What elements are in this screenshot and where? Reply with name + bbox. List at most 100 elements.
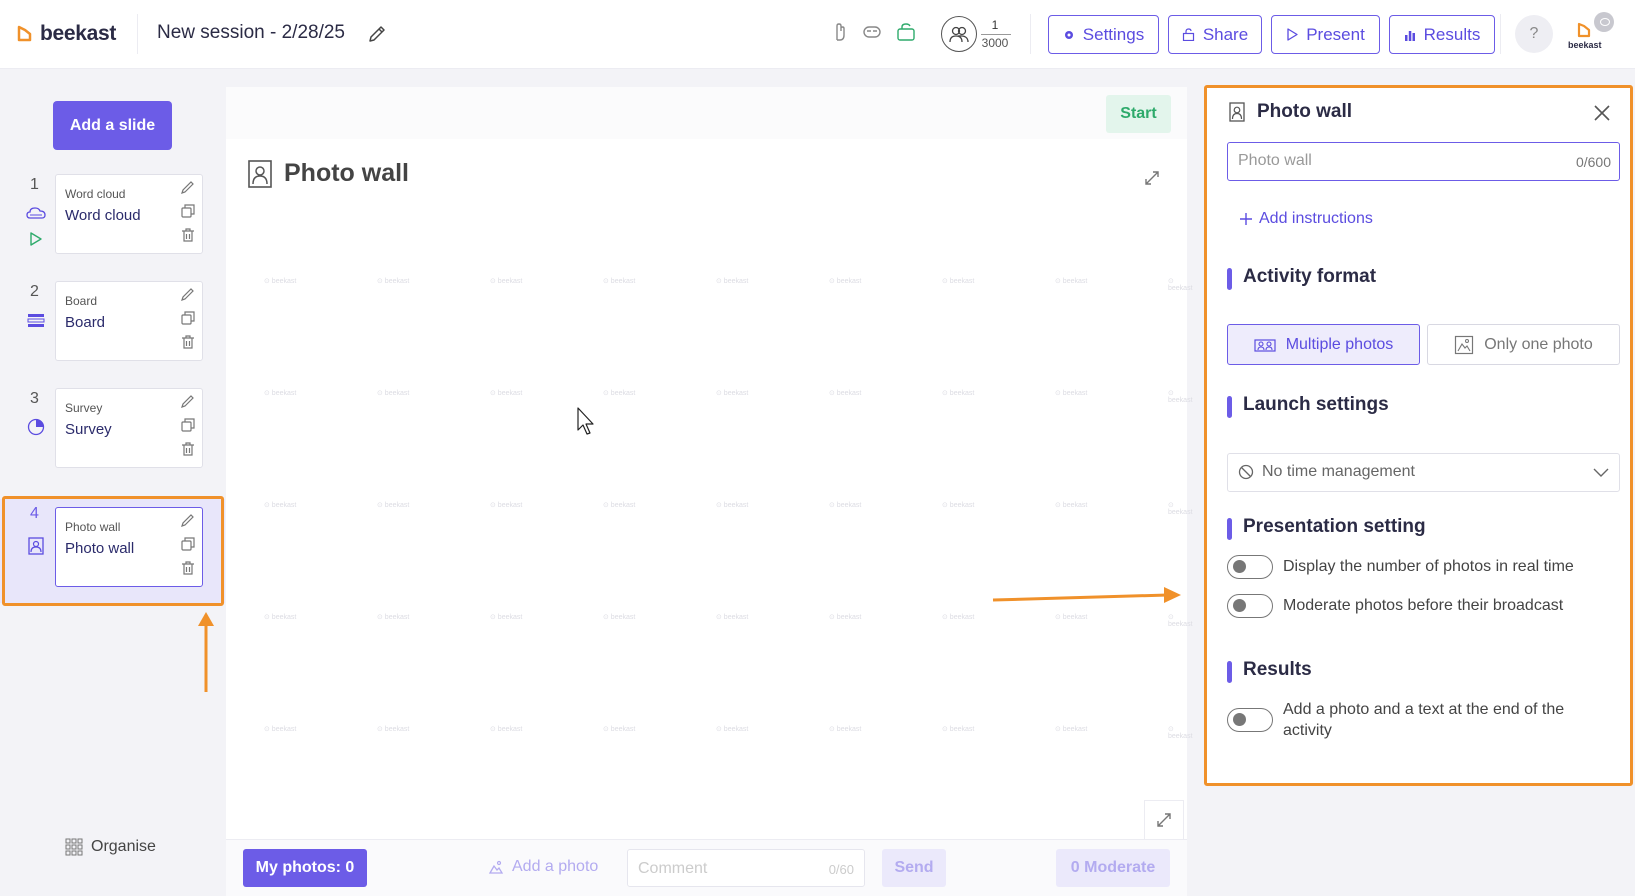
watermark-text: ⊙ beekast (377, 726, 410, 733)
canvas-title-text: Photo wall (284, 159, 409, 187)
only-one-photo-option[interactable]: Only one photo (1427, 324, 1620, 365)
watermark-text: ⊙ beekast (829, 502, 862, 509)
watermark-text: ⊙ beekast (942, 278, 975, 285)
watermark-text: ⊙ beekast (829, 278, 862, 285)
slide-name: Word cloud (65, 207, 141, 224)
edit-icon[interactable] (180, 393, 196, 409)
slide-kind: Word cloud (65, 187, 126, 201)
results-label: Results (1423, 24, 1481, 44)
realtime-count-setting: Display the number of photos in real tim… (1227, 555, 1574, 579)
duplicate-icon[interactable] (180, 310, 196, 326)
pie-icon (27, 418, 45, 436)
title-input-placeholder: Photo wall (1238, 152, 1312, 169)
end-photo-toggle[interactable] (1227, 708, 1273, 732)
duplicate-icon[interactable] (180, 417, 196, 433)
slide-card[interactable]: Survey Survey (55, 388, 203, 468)
multiple-photos-option[interactable]: Multiple photos (1227, 324, 1420, 365)
logo-icon (17, 25, 32, 42)
watermark-text: ⊙ beekast (1168, 614, 1193, 628)
participants-total: 3000 (981, 36, 1009, 50)
send-button[interactable]: Send (882, 849, 946, 887)
edit-icon[interactable] (180, 286, 196, 302)
add-instructions-button[interactable]: Add instructions (1239, 210, 1373, 228)
launch-settings-heading: Launch settings (1227, 394, 1389, 418)
share-button[interactable]: Share (1168, 15, 1262, 54)
edit-icon[interactable] (180, 179, 196, 195)
lock-icon[interactable] (896, 23, 916, 41)
close-icon[interactable] (1592, 103, 1612, 123)
image-icon (488, 860, 504, 874)
multiple-photos-icon (1254, 338, 1276, 352)
watermark-text: ⊙ beekast (829, 726, 862, 733)
fullscreen-button[interactable] (1144, 800, 1184, 840)
comment-input[interactable]: Comment 0/60 (627, 849, 865, 887)
watermark-text: ⊙ beekast (942, 726, 975, 733)
avatar[interactable]: beekast (1568, 12, 1614, 54)
mask-icon[interactable] (862, 24, 882, 40)
comment-char-count: 0/60 (828, 862, 854, 877)
participants-icon (941, 16, 977, 52)
my-photos-button[interactable]: My photos: 0 (243, 849, 367, 887)
header-divider (1030, 14, 1031, 54)
time-management-value: No time management (1262, 463, 1415, 480)
moderate-photos-toggle[interactable] (1227, 594, 1273, 618)
organise-button[interactable]: Organise (65, 838, 156, 856)
slide-card[interactable]: Board Board (55, 281, 203, 361)
watermark-text: ⊙ beekast (1055, 726, 1088, 733)
comment-placeholder: Comment (638, 860, 708, 877)
time-management-select[interactable]: No time management (1227, 453, 1620, 492)
edit-title-icon[interactable] (367, 24, 387, 44)
grid-icon (65, 838, 83, 856)
trash-icon[interactable] (180, 441, 196, 457)
realtime-count-toggle[interactable] (1227, 555, 1273, 579)
watermark-text: ⊙ beekast (716, 390, 749, 397)
beekast-logo[interactable]: beekast (16, 22, 116, 46)
slide-item-3[interactable]: 3 Survey Survey (0, 388, 225, 492)
no-time-icon (1238, 464, 1254, 480)
watermark-text: ⊙ beekast (490, 390, 523, 397)
activity-settings-panel: Photo wall Photo wall 0/600 Add instruct… (1204, 85, 1633, 786)
watermark-text: ⊙ beekast (603, 278, 636, 285)
avatar-label: beekast (1568, 40, 1602, 50)
photo-icon (248, 159, 272, 188)
settings-button[interactable]: Settings (1048, 15, 1159, 54)
settings-label: Settings (1082, 24, 1145, 44)
moderate-button[interactable]: 0 Moderate (1056, 849, 1170, 887)
participants-counter[interactable]: 1 3000 (941, 16, 1011, 54)
trash-icon[interactable] (180, 227, 196, 243)
slide-actions (180, 179, 196, 243)
slide-card[interactable]: Word cloud Word cloud (55, 174, 203, 254)
watermark-text: ⊙ beekast (716, 614, 749, 621)
watermark-text: ⊙ beekast (603, 390, 636, 397)
title-input[interactable]: Photo wall 0/600 (1227, 142, 1620, 181)
avatar-logo-icon (1577, 22, 1591, 38)
watermark-text: ⊙ beekast (716, 502, 749, 509)
expand-icon[interactable] (1143, 169, 1161, 187)
slide-item-2[interactable]: 2 Board Board (0, 281, 225, 385)
trash-icon[interactable] (180, 334, 196, 350)
results-button[interactable]: Results (1389, 15, 1495, 54)
header-divider (137, 14, 138, 54)
duplicate-icon[interactable] (180, 203, 196, 219)
watermark-text: ⊙ beekast (716, 726, 749, 733)
gear-icon (1064, 30, 1073, 39)
help-button[interactable]: ? (1515, 15, 1553, 53)
only-one-photo-label: Only one photo (1484, 335, 1593, 353)
add-slide-button[interactable]: Add a slide (53, 101, 172, 150)
hand-icon[interactable] (832, 22, 848, 42)
slide-item-1[interactable]: 1 Word cloud Word cloud (0, 174, 225, 278)
watermark-text: ⊙ beekast (490, 726, 523, 733)
watermark-text: ⊙ beekast (942, 502, 975, 509)
present-button[interactable]: Present (1271, 15, 1380, 54)
end-photo-label-line1: Add a photo and a text at the end of the (1283, 701, 1565, 718)
slide-number: 2 (30, 283, 39, 300)
slide-actions (180, 286, 196, 350)
single-photo-icon (1455, 335, 1474, 354)
present-label: Present (1306, 24, 1365, 44)
play-icon (1287, 28, 1298, 41)
add-photo-button[interactable]: Add a photo (488, 858, 598, 876)
start-button[interactable]: Start (1106, 95, 1171, 133)
bar-chart-icon (1404, 30, 1415, 41)
watermark-text: ⊙ beekast (377, 614, 410, 621)
watermark-text: ⊙ beekast (377, 390, 410, 397)
